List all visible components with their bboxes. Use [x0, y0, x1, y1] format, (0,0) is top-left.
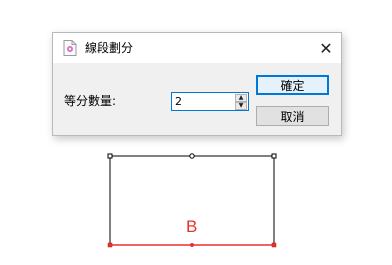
- spin-down-button[interactable]: ▼: [235, 102, 247, 110]
- handle-top-left[interactable]: [107, 153, 113, 159]
- handle-bottom-left[interactable]: [107, 242, 113, 248]
- triangle-up-icon: ▲: [238, 94, 244, 101]
- triangle-down-icon: ▼: [238, 102, 244, 109]
- segment-divide-dialog: 線段劃分 ✕ 等分數量: ▲ ▼ 確定 取消: [52, 32, 342, 136]
- close-button[interactable]: ✕: [311, 33, 341, 63]
- spin-buttons: ▲ ▼: [235, 94, 247, 110]
- ok-button[interactable]: 確定: [256, 75, 329, 95]
- division-count-label: 等分數量:: [64, 94, 117, 108]
- document-gear-icon: [63, 40, 77, 56]
- dialog-title: 線段劃分: [85, 41, 134, 55]
- division-count-spinbox[interactable]: ▲ ▼: [171, 92, 249, 111]
- division-count-input[interactable]: [172, 93, 240, 110]
- cancel-button[interactable]: 取消: [256, 106, 329, 126]
- handle-top-right[interactable]: [271, 153, 277, 159]
- dialog-titlebar[interactable]: 線段劃分 ✕: [53, 33, 341, 63]
- handle-bottom-right[interactable]: [271, 242, 277, 248]
- handle-bottom-mid[interactable]: [190, 243, 194, 247]
- close-icon: ✕: [319, 38, 333, 58]
- segment-label: B: [186, 217, 198, 236]
- handle-top-mid[interactable]: [189, 153, 195, 159]
- spin-up-button[interactable]: ▲: [235, 94, 247, 102]
